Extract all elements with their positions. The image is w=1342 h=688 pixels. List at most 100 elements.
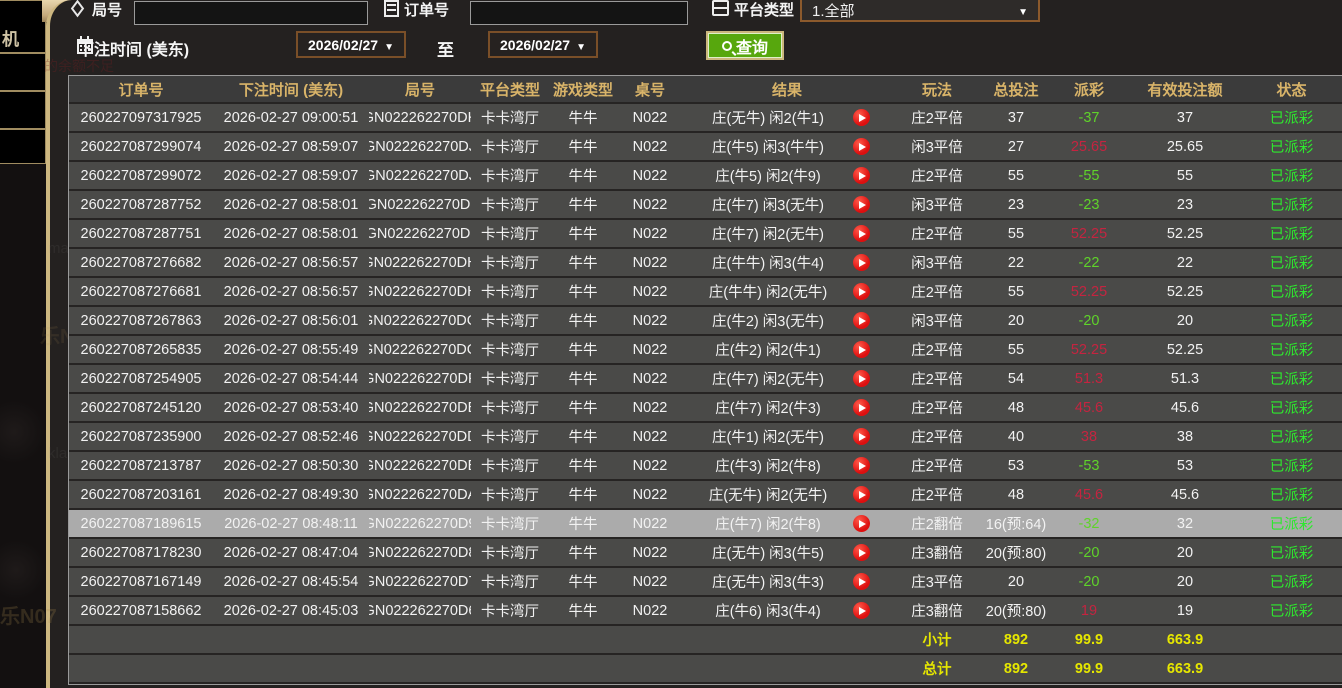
cell-result: 庄(牛7) 闲2(无牛) [683, 220, 891, 247]
table-row[interactable]: 2602270872359002026-02-27 08:52:46GN0222… [69, 423, 1342, 452]
table-row[interactable]: 2602270871671492026-02-27 08:45:54GN0222… [69, 568, 1342, 597]
cell-status: 已派彩 [1241, 133, 1342, 160]
subtotal-bet: 892 [983, 626, 1049, 653]
play-video-button[interactable] [853, 167, 891, 184]
cell-bet: 55 [983, 220, 1049, 247]
table-row[interactable]: 2602270872990742026-02-27 08:59:07GN0222… [69, 133, 1342, 162]
cell-id: 260227097317925 [69, 104, 213, 131]
table-row[interactable]: 2602270872137872026-02-27 08:50:30GN0222… [69, 452, 1342, 481]
column-header-11: 有效投注额 [1129, 76, 1241, 102]
cell-time: 2026-02-27 08:50:30 [213, 452, 369, 479]
play-video-button[interactable] [853, 544, 891, 561]
round-number-label: 局号 [92, 0, 122, 20]
cell-payout: 25.65 [1049, 133, 1129, 160]
grand-total-valid: 663.9 [1129, 655, 1241, 682]
cell-method: 庄2平倍 [891, 481, 983, 508]
cell-round: GN022262270D9 [369, 510, 471, 537]
table-row[interactable]: 2602270871896152026-02-27 08:48:11GN0222… [69, 510, 1342, 539]
cell-id: 260227087287751 [69, 220, 213, 247]
cell-payout: -53 [1049, 452, 1129, 479]
cell-payout: -22 [1049, 249, 1129, 276]
cell-valid: 37 [1129, 104, 1241, 131]
round-number-input[interactable] [134, 1, 368, 25]
cell-result: 庄(牛5) 闲2(牛9) [683, 162, 891, 189]
table-row[interactable]: 2602270872451202026-02-27 08:53:40GN0222… [69, 394, 1342, 423]
bet-time-label: 下注时间 (美东) [78, 36, 189, 60]
table-row[interactable]: 2602270872031612026-02-27 08:49:30GN0222… [69, 481, 1342, 510]
search-button[interactable]: 查询 [706, 31, 784, 60]
play-icon [853, 486, 870, 503]
result-text: 庄(牛7) 闲2(无牛) [683, 368, 853, 389]
play-video-button[interactable] [853, 312, 891, 329]
cell-platform: 卡卡湾厅 [471, 336, 549, 363]
play-video-button[interactable] [853, 457, 891, 474]
date-from-picker[interactable]: 2026/02/27 [296, 31, 406, 58]
cell-game: 牛牛 [549, 336, 617, 363]
result-text: 庄(牛3) 闲2(牛8) [683, 455, 853, 476]
cell-id: 260227087299074 [69, 133, 213, 160]
cell-status: 已派彩 [1241, 336, 1342, 363]
play-video-button[interactable] [853, 196, 891, 213]
cell-payout: -20 [1049, 539, 1129, 566]
table-row[interactable]: 2602270872658352026-02-27 08:55:49GN0222… [69, 336, 1342, 365]
cell-status: 已派彩 [1241, 423, 1342, 450]
play-video-button[interactable] [853, 225, 891, 242]
table-row[interactable]: 2602270871782302026-02-27 08:47:04GN0222… [69, 539, 1342, 568]
cell-game: 牛牛 [549, 423, 617, 450]
play-video-button[interactable] [853, 428, 891, 445]
table-row[interactable]: 2602270872678632026-02-27 08:56:01GN0222… [69, 307, 1342, 336]
cell-game: 牛牛 [549, 220, 617, 247]
cell-id: 260227087276682 [69, 249, 213, 276]
cell-method: 庄2平倍 [891, 220, 983, 247]
cell-time: 2026-02-27 08:47:04 [213, 539, 369, 566]
table-row[interactable]: 2602270872766822026-02-27 08:56:57GN0222… [69, 249, 1342, 278]
cell-valid: 55 [1129, 162, 1241, 189]
cell-method: 闲3平倍 [891, 191, 983, 218]
chevron-down-icon [1018, 2, 1028, 19]
table-header-row: 订单号下注时间 (美东)局号平台类型游戏类型桌号结果玩法总投注派彩有效投注额状态 [69, 76, 1342, 104]
cell-status: 已派彩 [1241, 191, 1342, 218]
cell-time: 2026-02-27 08:56:57 [213, 249, 369, 276]
play-video-button[interactable] [853, 602, 891, 619]
round-number-icon [71, 0, 84, 17]
table-row[interactable]: 2602270872766812026-02-27 08:56:57GN0222… [69, 278, 1342, 307]
column-header-5: 游戏类型 [549, 76, 617, 102]
cell-method: 庄2平倍 [891, 423, 983, 450]
cell-game: 牛牛 [549, 249, 617, 276]
cell-platform: 卡卡湾厅 [471, 133, 549, 160]
search-icon [722, 41, 732, 51]
cell-valid: 52.25 [1129, 336, 1241, 363]
table-row[interactable]: 2602270872877512026-02-27 08:58:01GN0222… [69, 220, 1342, 249]
platform-type-select[interactable]: 1.全部 [800, 0, 1040, 22]
table-row[interactable]: 2602270871586622026-02-27 08:45:03GN0222… [69, 597, 1342, 626]
cell-id: 260227087299072 [69, 162, 213, 189]
play-video-button[interactable] [853, 486, 891, 503]
cell-game: 牛牛 [549, 597, 617, 624]
table-row[interactable]: 2602270872549052026-02-27 08:54:44GN0222… [69, 365, 1342, 394]
table-row[interactable]: 2602270872877522026-02-27 08:58:01GN0222… [69, 191, 1342, 220]
cell-platform: 卡卡湾厅 [471, 365, 549, 392]
date-range-to-label: 至 [437, 36, 454, 61]
result-text: 庄(无牛) 闲3(牛5) [683, 542, 853, 563]
date-to-picker[interactable]: 2026/02/27 [488, 31, 598, 58]
play-video-button[interactable] [853, 283, 891, 300]
cell-method: 闲3平倍 [891, 307, 983, 334]
play-video-button[interactable] [853, 399, 891, 416]
cell-round: GN022262270DI [369, 191, 471, 218]
cell-status: 已派彩 [1241, 104, 1342, 131]
table-row[interactable]: 2602270872990722026-02-27 08:59:07GN0222… [69, 162, 1342, 191]
play-video-button[interactable] [853, 515, 891, 532]
table-row[interactable]: 2602270973179252026-02-27 09:00:51GN0222… [69, 104, 1342, 133]
play-video-button[interactable] [853, 138, 891, 155]
play-video-button[interactable] [853, 573, 891, 590]
order-number-input[interactable] [470, 1, 688, 25]
play-video-button[interactable] [853, 254, 891, 271]
cell-bet: 54 [983, 365, 1049, 392]
cell-table_no: N022 [617, 191, 683, 218]
cell-round: GN022262270DA [369, 481, 471, 508]
play-video-button[interactable] [853, 341, 891, 358]
play-video-button[interactable] [853, 370, 891, 387]
play-video-button[interactable] [853, 109, 891, 126]
cell-game: 牛牛 [549, 307, 617, 334]
cell-platform: 卡卡湾厅 [471, 104, 549, 131]
